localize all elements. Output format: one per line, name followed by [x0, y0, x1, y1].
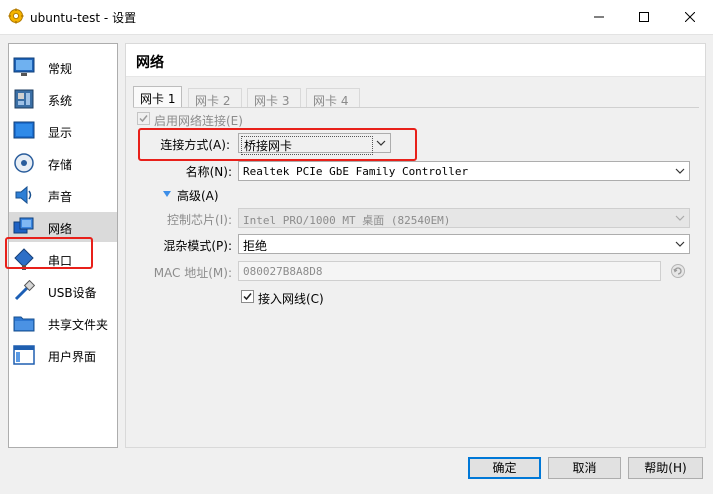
sidebar-item-user-interface[interactable]: 用户界面 — [9, 340, 117, 370]
sidebar-item-label: 声音 — [48, 190, 73, 204]
mac-address-label: MAC 地址(M): — [153, 266, 232, 280]
mac-address-field[interactable]: 080027B8A8D8 — [238, 261, 661, 281]
promiscuous-mode-value: 拒绝 — [243, 239, 268, 253]
adapter-type-label: 控制芯片(I): — [167, 213, 232, 227]
tab-adapter-2[interactable]: 网卡 2 — [188, 88, 242, 108]
chevron-down-icon — [675, 215, 685, 221]
sidebar-item-shared-folders[interactable]: 共享文件夹 — [9, 308, 117, 338]
highlight-box-network — [5, 237, 93, 269]
refresh-mac-icon[interactable] — [670, 263, 686, 279]
ok-button[interactable]: 确定 — [468, 457, 541, 479]
adapter-name-select[interactable]: Realtek PCIe GbE Family Controller — [238, 161, 690, 181]
display-icon — [13, 120, 35, 142]
maximize-button[interactable] — [621, 0, 667, 34]
sidebar-item-label: 常规 — [48, 62, 73, 76]
sidebar-item-usb[interactable]: USB设备 — [9, 276, 117, 306]
triangle-down-icon — [163, 191, 171, 197]
cable-connected-label: 接入网线(C) — [258, 292, 324, 306]
sidebar-item-label: 用户界面 — [48, 350, 97, 364]
speaker-icon — [13, 184, 35, 206]
network-icon — [13, 216, 35, 238]
chevron-down-icon — [675, 241, 685, 247]
dialog-body: 常规 系统 显示 存储 声音 网络 串口 USB设备 共享文件夹 用户界面 网络… — [0, 34, 713, 494]
chevron-down-icon — [675, 168, 685, 174]
panel-header: 网络 — [126, 44, 705, 77]
cancel-button[interactable]: 取消 — [548, 457, 621, 479]
name-label: 名称(N): — [185, 165, 232, 179]
usb-icon — [13, 279, 36, 302]
title-bar: ubuntu-test - 设置 — [0, 0, 713, 34]
enable-adapter-label: 启用网络连接(E) — [154, 114, 243, 128]
mac-address-value: 080027B8A8D8 — [243, 265, 323, 278]
highlight-box-attached-to — [138, 128, 417, 161]
help-button[interactable]: 帮助(H) — [628, 457, 703, 479]
shared-folder-icon — [13, 312, 35, 334]
user-interface-icon — [13, 344, 35, 366]
cable-connected-checkbox[interactable] — [241, 290, 254, 303]
enable-adapter-checkbox[interactable] — [137, 112, 150, 125]
monitor-general-icon — [13, 56, 35, 78]
promiscuous-mode-select[interactable]: 拒绝 — [238, 234, 690, 254]
sidebar-item-label: USB设备 — [48, 286, 97, 300]
storage-disk-icon — [13, 152, 35, 174]
tab-adapter-3[interactable]: 网卡 3 — [247, 88, 301, 108]
sidebar-item-storage[interactable]: 存储 — [9, 148, 117, 178]
advanced-label: 高级(A) — [177, 189, 219, 203]
sidebar-item-label: 存储 — [48, 158, 73, 172]
promiscuous-mode-label: 混杂模式(P): — [163, 239, 232, 253]
sidebar-item-general[interactable]: 常规 — [9, 52, 117, 82]
sidebar-item-label: 显示 — [48, 126, 73, 140]
window-title: ubuntu-test - 设置 — [30, 11, 137, 25]
sidebar-item-label: 系统 — [48, 94, 73, 108]
sidebar-item-audio[interactable]: 声音 — [9, 180, 117, 210]
adapter-name-value: Realtek PCIe GbE Family Controller — [243, 165, 469, 178]
tab-adapter-1[interactable]: 网卡 1 — [133, 86, 182, 107]
tab-adapter-4[interactable]: 网卡 4 — [306, 88, 360, 108]
sidebar-item-system[interactable]: 系统 — [9, 84, 117, 114]
adapter-type-select[interactable]: Intel PRO/1000 MT 桌面 (82540EM) — [238, 208, 690, 228]
sidebar-item-display[interactable]: 显示 — [9, 116, 117, 146]
sidebar-item-label: 网络 — [48, 222, 73, 236]
adapter-type-value: Intel PRO/1000 MT 桌面 (82540EM) — [243, 214, 451, 227]
minimize-button[interactable] — [576, 0, 622, 34]
virtualbox-gear-icon — [8, 8, 24, 24]
close-button[interactable] — [667, 0, 713, 34]
panel-title: 网络 — [136, 55, 164, 71]
motherboard-icon — [13, 88, 35, 110]
sidebar-item-label: 共享文件夹 — [48, 318, 109, 332]
